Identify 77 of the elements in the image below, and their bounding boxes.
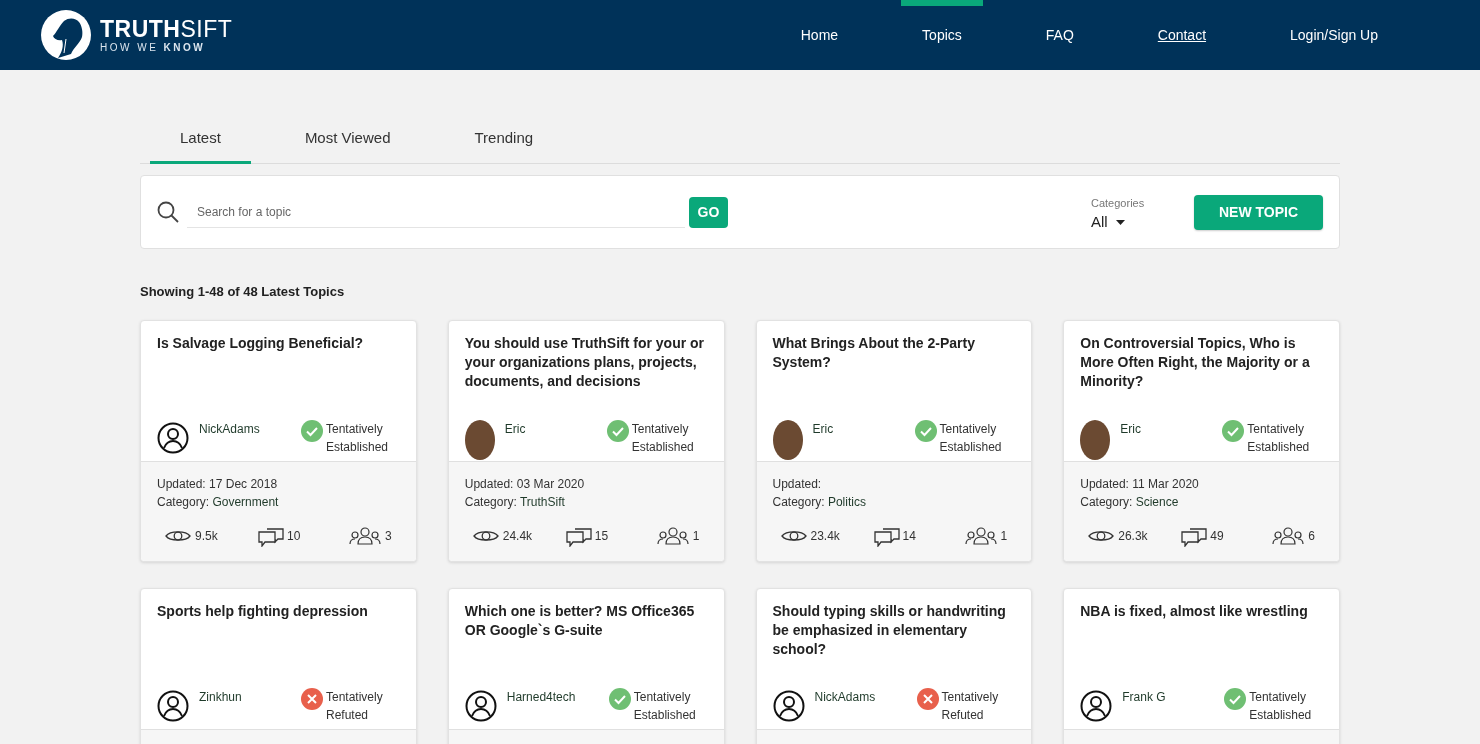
topic-card[interactable]: Is Salvage Logging Beneficial? NickAdams Tentatively Established Updated: 17 Dec 2018 Category: Government 9.5k 10 3 bbox=[140, 319, 417, 562]
status-label: Tentatively Established bbox=[633, 688, 696, 724]
author-name[interactable]: Frank G bbox=[1122, 687, 1223, 706]
participant-count: 3 bbox=[385, 527, 392, 545]
topic-title[interactable]: Which one is better? MS Office365 OR Google`s G-suite bbox=[464, 601, 708, 640]
author-name[interactable]: Eric bbox=[504, 419, 605, 438]
people-icon bbox=[349, 526, 381, 545]
topic-card[interactable]: NBA is fixed, almost like wrestling Frank G Tentatively Established bbox=[1063, 587, 1340, 744]
topic-card[interactable]: What Brings About the 2-Party System? Eric Tentatively Established Updated: Category: Politics 23.4k 14 1 bbox=[755, 319, 1033, 562]
status-label: Tentatively Refuted bbox=[941, 688, 999, 724]
logo-tagline: HOW WE KNOW bbox=[100, 42, 207, 53]
nav-link[interactable]: Login/Sign Up bbox=[1269, 0, 1399, 70]
topic-title[interactable]: Should typing skills or handwriting be emphasized in elementary school? bbox=[772, 601, 1016, 659]
nav-link[interactable]: FAQ bbox=[1024, 0, 1095, 70]
tab[interactable]: Latest bbox=[150, 118, 251, 164]
topic-title[interactable]: On Controversial Topics, Who is More Often Right, the Majority or a Minority? bbox=[1080, 333, 1323, 391]
topic-card[interactable]: On Controversial Topics, Who is More Often Right, the Majority or a Minority? Eric Tentatively Established Updated: 11 Mar 2020 Category: Science 26.3k 49 6 bbox=[1063, 319, 1340, 562]
status-label: Tentatively Established bbox=[1249, 688, 1312, 724]
topic-title[interactable]: What Brings About the 2-Party System? bbox=[772, 333, 1016, 372]
tab[interactable]: Trending bbox=[444, 118, 564, 164]
category-text: Category: Government bbox=[157, 493, 280, 511]
updated-date: Updated: 11 Mar 2020 bbox=[1080, 475, 1200, 493]
results-summary: Showing 1-48 of 48 Latest Topics bbox=[140, 283, 346, 301]
author-name[interactable]: Zinkhun bbox=[199, 687, 299, 706]
participant-count: 1 bbox=[692, 527, 700, 545]
status-label: Tentatively Established bbox=[326, 420, 389, 456]
topic-title[interactable]: NBA is fixed, almost like wrestling bbox=[1080, 601, 1323, 621]
view-count: 26.3k bbox=[1118, 527, 1148, 545]
people-icon bbox=[1272, 526, 1305, 545]
author-name[interactable]: NickAdams bbox=[199, 419, 299, 438]
status-label: Tentatively Refuted bbox=[326, 688, 383, 724]
status-label: Tentatively Established bbox=[631, 420, 694, 456]
people-icon bbox=[964, 526, 997, 545]
view-count: 9.5k bbox=[195, 527, 218, 545]
logo-icon[interactable] bbox=[40, 9, 92, 61]
author-name[interactable]: Eric bbox=[1120, 419, 1221, 438]
category-text: Category: Science bbox=[1080, 493, 1180, 511]
eye-icon bbox=[1088, 528, 1115, 543]
comment-count: 49 bbox=[1210, 527, 1224, 545]
categories-label: Categories bbox=[1091, 195, 1146, 211]
comment-count: 15 bbox=[594, 527, 609, 545]
comment-count: 14 bbox=[902, 527, 916, 545]
author-name[interactable]: Eric bbox=[812, 419, 913, 438]
tab[interactable]: Most Viewed bbox=[274, 118, 421, 164]
view-count: 24.4k bbox=[502, 527, 533, 545]
comment-count: 10 bbox=[287, 527, 301, 545]
participant-count: 1 bbox=[1000, 527, 1008, 545]
view-count: 23.4k bbox=[810, 527, 840, 545]
category-text: Category: TruthSift bbox=[464, 493, 566, 511]
logo-wordmark[interactable]: TRUTHSIFT bbox=[100, 17, 233, 41]
updated-date: Updated: bbox=[772, 475, 823, 493]
eye-icon bbox=[780, 528, 807, 543]
category-text: Category: Politics bbox=[772, 493, 867, 511]
author-name[interactable]: Harned4tech bbox=[506, 687, 607, 706]
topic-card[interactable]: Sports help fighting depression Zinkhun Tentatively Refuted bbox=[140, 587, 417, 744]
people-icon bbox=[656, 526, 689, 545]
nav-link[interactable]: Home bbox=[779, 0, 860, 70]
updated-date: Updated: 03 Mar 2020 bbox=[464, 475, 586, 493]
topic-title[interactable]: You should use TruthSift for your or your organizations plans, projects, documents, and decisions bbox=[464, 333, 708, 391]
search-icon bbox=[157, 201, 179, 223]
nav-link[interactable]: Contact bbox=[1136, 0, 1228, 70]
caret-icon bbox=[1115, 219, 1125, 225]
eye-icon bbox=[472, 528, 499, 543]
topic-card[interactable]: Should typing skills or handwriting be emphasized in elementary school? NickAdams Tentatively Refuted bbox=[755, 587, 1033, 744]
nav-link[interactable]: Topics bbox=[901, 0, 983, 70]
topic-card[interactable]: You should use TruthSift for your or your organizations plans, projects, documents, and decisions Eric Tentatively Established Updated: 03 Mar 2020 Category: TruthSift 24.4k 15 1 bbox=[447, 319, 725, 562]
categories-dropdown[interactable]: All bbox=[1091, 211, 1125, 234]
status-label: Tentatively Established bbox=[1247, 420, 1310, 456]
author-name[interactable]: NickAdams bbox=[814, 687, 915, 706]
eye-icon bbox=[165, 528, 191, 543]
updated-date: Updated: 17 Dec 2018 bbox=[157, 475, 279, 493]
topic-title[interactable]: Sports help fighting depression bbox=[157, 601, 400, 621]
status-label: Tentatively Established bbox=[939, 420, 1002, 456]
topic-title[interactable]: Is Salvage Logging Beneficial? bbox=[157, 333, 400, 353]
topic-card[interactable]: Which one is better? MS Office365 OR Google`s G-suite Harned4tech Tentatively Established bbox=[447, 587, 725, 744]
search-field[interactable]: Search for a topic bbox=[187, 196, 685, 228]
participant-count: 6 bbox=[1308, 527, 1315, 545]
